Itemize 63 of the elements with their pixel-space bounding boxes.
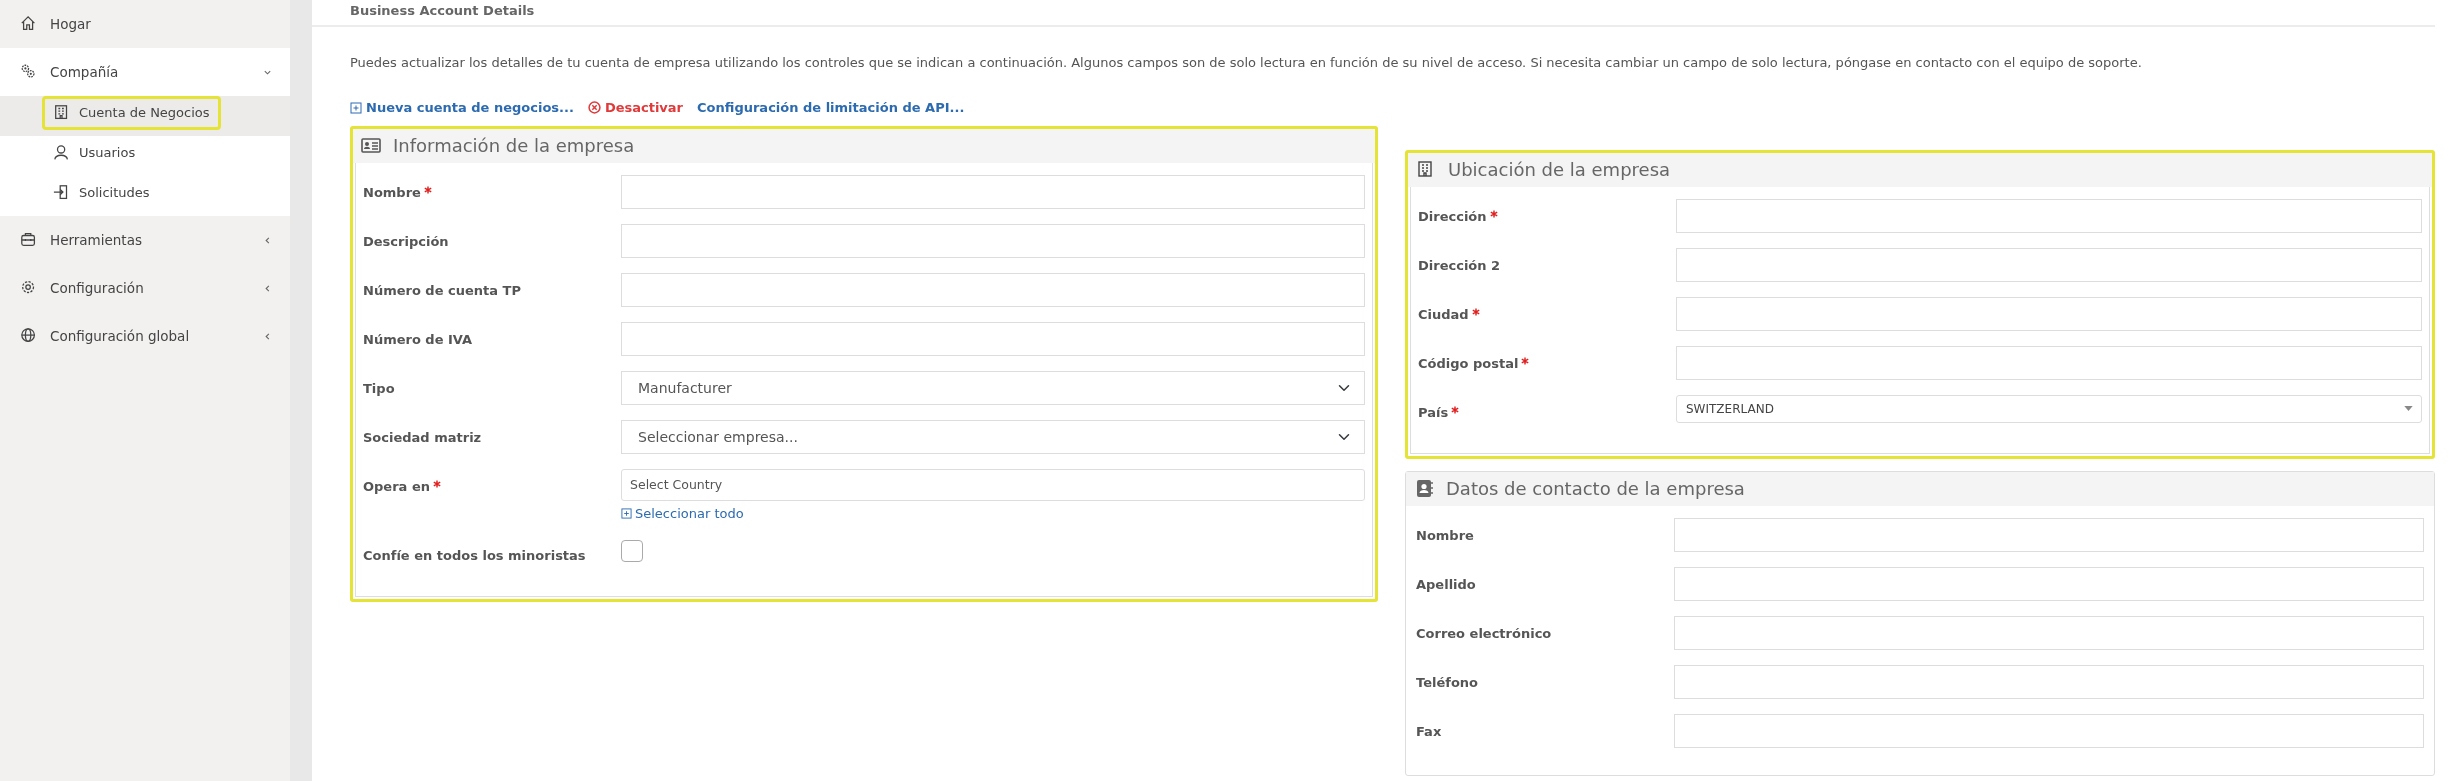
- field-label: Teléfono: [1416, 673, 1478, 692]
- sidebar-subitem[interactable]: Solicitudes: [42, 176, 161, 210]
- text-field[interactable]: [1674, 713, 2424, 748]
- action-link[interactable]: Desactivar: [587, 98, 684, 118]
- field-label: Confíe en todos los minoristas: [363, 546, 586, 565]
- action-link[interactable]: Configuración de limitación de API...: [697, 98, 965, 118]
- text-field[interactable]: [1676, 198, 2422, 233]
- field-label: Sociedad matriz: [363, 428, 482, 447]
- field-label: Número de cuenta TP: [363, 281, 521, 300]
- field-label: Nombre: [1416, 526, 1474, 545]
- toolbox-icon: [20, 231, 38, 249]
- globe-icon: [20, 327, 38, 345]
- field-label: Correo electrónico: [1416, 624, 1552, 643]
- field-label: Dirección: [1418, 207, 1487, 226]
- dropdown-field[interactable]: Manufacturer: [621, 370, 1365, 405]
- dropdown-field[interactable]: Seleccionar empresa...: [621, 419, 1365, 454]
- id-card-icon: [361, 135, 381, 156]
- page-title: Business Account Details: [312, 0, 2435, 27]
- field-label: Descripción: [363, 232, 449, 251]
- field-label: Ciudad: [1418, 305, 1469, 324]
- sidebar-item[interactable]: Configuración global: [0, 312, 290, 360]
- sidebar-item[interactable]: Compañía: [0, 48, 290, 96]
- text-field[interactable]: [1676, 345, 2422, 380]
- card-title: Datos de contacto de la empresa: [1446, 477, 1745, 502]
- text-field[interactable]: [1674, 615, 2424, 650]
- sidebar-item[interactable]: Configuración: [0, 264, 290, 312]
- text-field[interactable]: [621, 174, 1365, 209]
- dropdown-field[interactable]: SWITZERLAND: [1676, 394, 2422, 423]
- select-all-link[interactable]: Seleccionar todo: [621, 503, 744, 524]
- text-field[interactable]: [1674, 566, 2424, 601]
- plus-square-icon: [621, 507, 632, 519]
- field-label: Opera en: [363, 477, 430, 496]
- field-label: Tipo: [363, 379, 395, 398]
- text-field[interactable]: [1674, 664, 2424, 699]
- field-label: Apellido: [1416, 575, 1476, 594]
- field-label: Código postal: [1418, 354, 1519, 373]
- text-field[interactable]: [621, 272, 1365, 307]
- field-label: País: [1418, 403, 1449, 422]
- close-circle-icon: [587, 101, 601, 115]
- user-icon: [53, 144, 71, 162]
- contact-book-icon: [1414, 478, 1434, 499]
- page-description: Puedes actualizar los detalles de tu cuenta de empresa utilizando los controles que se indican a continuación. Algunos campos son de solo lectura en función de su nivel de acceso. Si necesita cambiar un campo de solo lectura, póngase en contacto con el equipo de soporte.: [350, 53, 2143, 72]
- sidebar-item[interactable]: Hogar: [0, 0, 290, 48]
- sidebar-subitem[interactable]: Cuenta de Negocios: [42, 96, 221, 130]
- home-icon: [20, 15, 38, 33]
- dropdown-triangle-icon: [2404, 406, 2413, 412]
- field-label: Número de IVA: [363, 330, 473, 349]
- sidebar-item[interactable]: Herramientas: [0, 216, 290, 264]
- card-title: Ubicación de la empresa: [1448, 158, 1671, 183]
- text-field[interactable]: [1676, 247, 2422, 282]
- text-field[interactable]: [621, 223, 1365, 258]
- checkbox[interactable]: [621, 539, 643, 562]
- field-label: Fax: [1416, 722, 1442, 741]
- country-field[interactable]: Select Country: [621, 468, 1365, 501]
- sidebar-subitem[interactable]: Usuarios: [42, 136, 147, 170]
- card-title: Información de la empresa: [393, 134, 635, 159]
- field-label: Dirección 2: [1418, 256, 1501, 275]
- text-field[interactable]: [1676, 296, 2422, 331]
- field-label: Nombre: [363, 183, 421, 202]
- text-field[interactable]: [1674, 517, 2424, 552]
- plus-square-icon: [350, 101, 362, 114]
- text-field[interactable]: [621, 321, 1365, 356]
- action-link[interactable]: Nueva cuenta de negocios...: [350, 98, 574, 118]
